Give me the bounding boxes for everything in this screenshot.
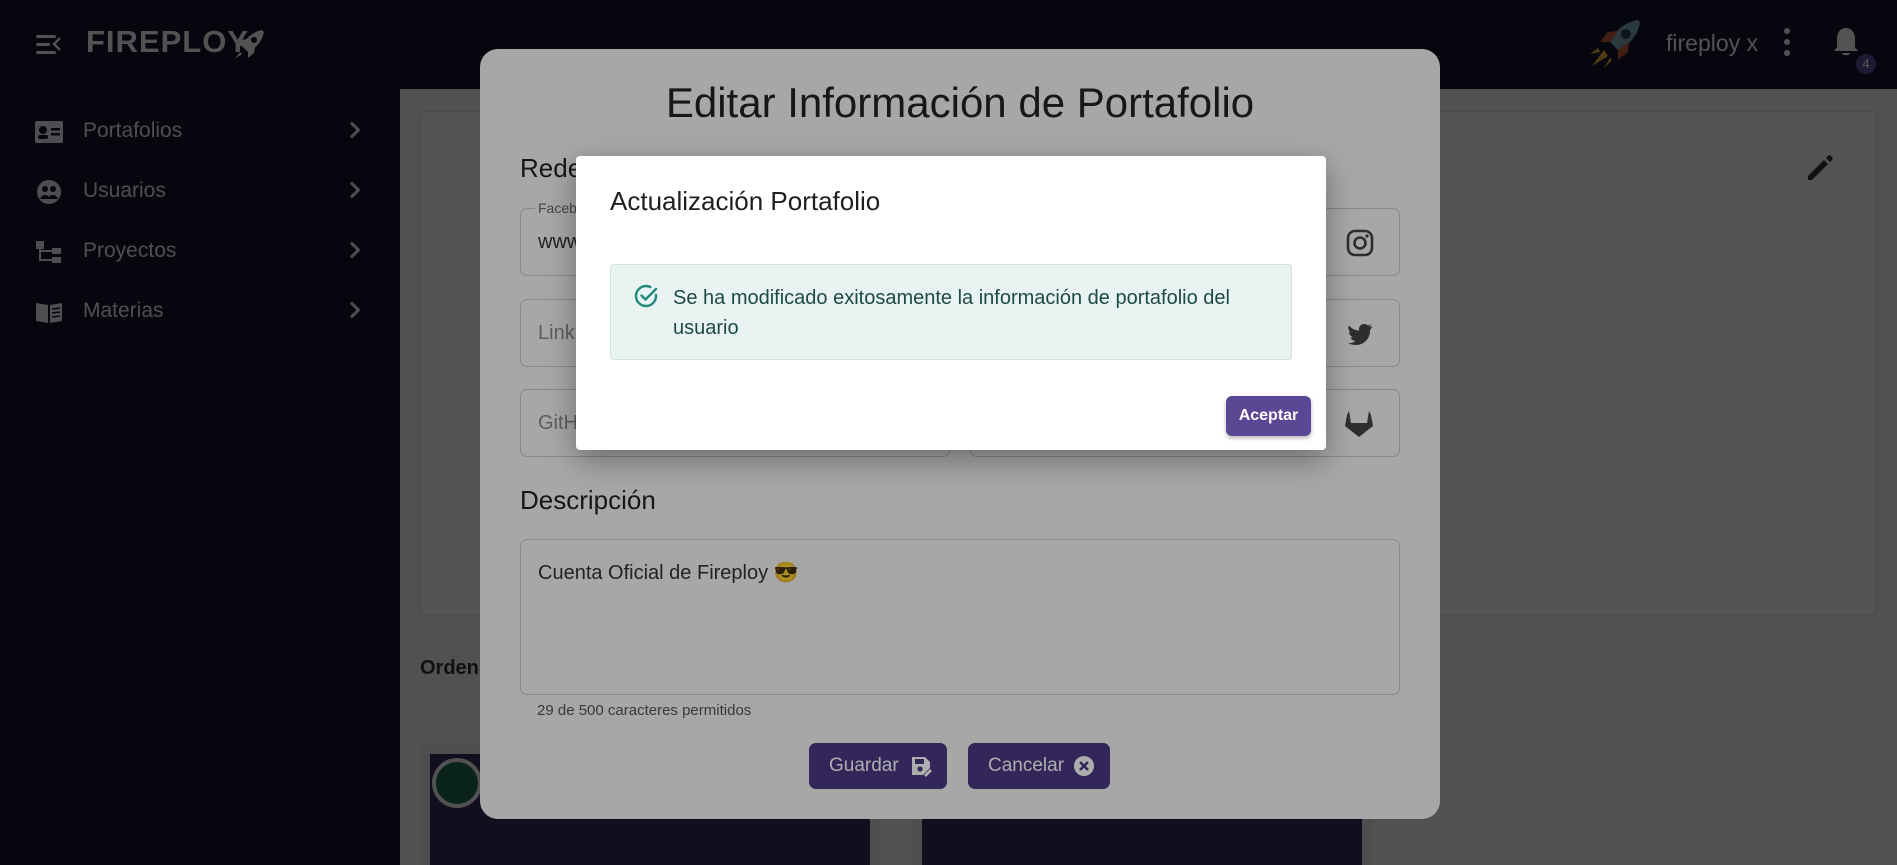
- check-circle-icon: [634, 284, 658, 308]
- success-alert-dialog: Actualización Portafolio Se ha modificad…: [576, 156, 1326, 450]
- accept-button[interactable]: Aceptar: [1226, 396, 1311, 436]
- success-message-box: Se ha modificado exitosamente la informa…: [610, 264, 1292, 360]
- alert-message: Se ha modificado exitosamente la informa…: [673, 287, 1230, 339]
- alert-title: Actualización Portafolio: [610, 186, 881, 216]
